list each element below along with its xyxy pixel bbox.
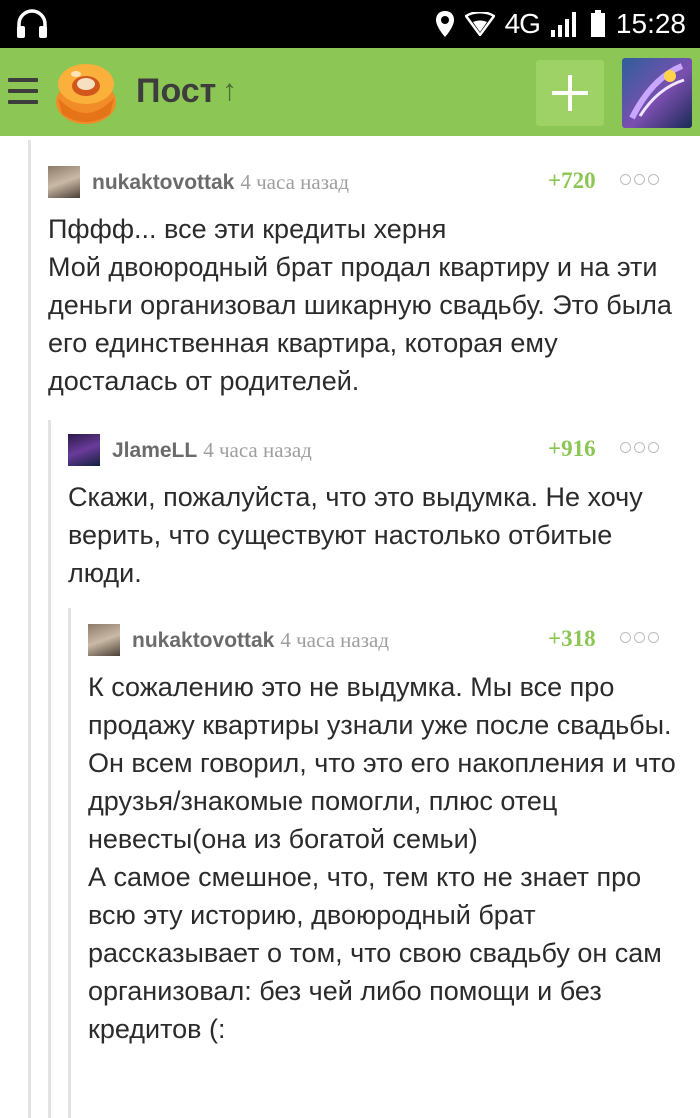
wifi-icon [464,12,495,36]
user-avatar[interactable] [622,58,692,128]
clock: 15:28 [615,8,686,39]
comment-rating: +916 [548,436,596,461]
add-post-button[interactable] [536,60,604,126]
comment-time: 4 часа назад [240,170,350,194]
comment-header: nukaktovottak 4 часа назад +318 [88,624,678,656]
status-bar: 4G 15:28 [0,0,700,48]
comment-author[interactable]: JlameLL 4 часа назад [112,438,312,463]
page-title: Пост [136,72,217,110]
comment-header: JlameLL 4 часа назад +916 [68,434,678,466]
signal-icon [550,12,576,37]
battery-icon [590,10,605,37]
comment-author[interactable]: nukaktovottak 4 часа назад [92,170,349,195]
hamburger-icon[interactable] [8,78,38,104]
comment: JlameLL 4 часа назад +916 Скажи, пожалуйс… [68,434,678,592]
headphones-icon [17,9,47,38]
thread-line-2 [48,420,51,1118]
location-icon [435,11,454,37]
more-options-icon[interactable] [620,632,659,643]
network-type: 4G [504,8,541,39]
avatar-image [629,63,685,120]
status-icons: 4G 15:28 [435,0,686,48]
comment-rating: +720 [548,168,596,193]
comment-text: К сожалению это не выдумка. Мы все про п… [88,672,676,1044]
comment: nukaktovottak 4 часа назад +720 Пффф... в… [48,166,678,400]
avatar[interactable] [88,624,120,656]
app-toolbar: Пост ↑ [0,48,700,136]
thread-line-3 [68,608,71,1118]
arrow-up-icon[interactable]: ↑ [222,74,237,108]
avatar[interactable] [68,434,100,466]
comment-time: 4 часа назад [280,628,390,652]
more-options-icon[interactable] [620,174,659,185]
more-options-icon[interactable] [620,442,659,453]
comment-text: Скажи, пожалуйста, что это выдумка. Не х… [68,482,643,588]
comment: nukaktovottak 4 часа назад +318 К сожален… [88,624,678,1048]
comment-author[interactable]: nukaktovottak 4 часа назад [132,628,389,653]
comment-time: 4 часа назад [203,438,312,462]
pikabu-logo[interactable] [50,58,122,126]
thread-line-1 [28,140,31,1118]
avatar[interactable] [48,166,80,198]
comment-header: nukaktovottak 4 часа назад +720 [48,166,678,198]
comment-rating: +318 [548,626,596,651]
comment-text: Пффф... все эти кредиты херня Мой двоюро… [48,214,672,396]
